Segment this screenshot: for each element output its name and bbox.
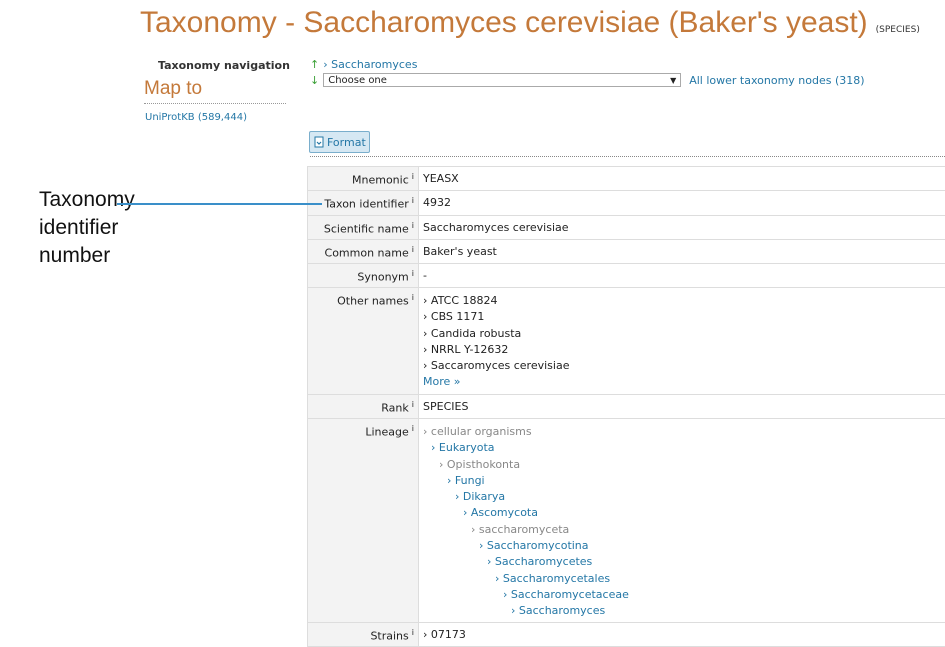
scientific-name-label: Scientific name <box>324 223 409 236</box>
table-row: Scientific namei Saccharomyces cerevisia… <box>308 216 945 240</box>
all-lower-nodes-link[interactable]: All lower taxonomy nodes (318) <box>689 74 864 87</box>
info-icon[interactable]: i <box>412 269 414 278</box>
select-value: Choose one <box>328 75 387 86</box>
synonym-value: - <box>419 264 945 288</box>
lineage-item[interactable]: › Fungi <box>423 473 945 489</box>
common-name-label: Common name <box>325 247 409 260</box>
lineage-item[interactable]: › Saccharomycotina <box>423 538 945 554</box>
other-name-item: › Saccaromyces cerevisiae <box>423 358 945 374</box>
lineage-item: › saccharomyceta <box>423 522 945 538</box>
info-icon[interactable]: i <box>412 293 414 302</box>
other-name-item: › Candida robusta <box>423 326 945 342</box>
table-row: Ranki SPECIES <box>308 395 945 419</box>
taxon-identifier-label: Taxon identifier <box>324 198 408 211</box>
annotation-callout: Taxonomy identifier number <box>39 186 135 270</box>
lineage-item[interactable]: › Ascomycota <box>423 505 945 521</box>
info-icon[interactable]: i <box>412 400 414 409</box>
rank-label: Rank <box>381 402 408 415</box>
page-title-text: Taxonomy - Saccharomyces cerevisiae (Bak… <box>140 6 868 39</box>
mnemonic-label: Mnemonic <box>352 174 409 187</box>
table-row: Synonym i - <box>308 264 945 288</box>
document-icon <box>313 136 325 148</box>
lineage-item[interactable]: › Saccharomycetes <box>423 554 945 570</box>
page-title: Taxonomy - Saccharomyces cerevisiae (Bak… <box>140 6 920 40</box>
row-label: Lineage i <box>308 419 419 623</box>
info-icon[interactable]: i <box>412 172 414 181</box>
child-taxon-row: ↓ Choose one ▼ All lower taxonomy nodes … <box>310 73 865 87</box>
lineage-tree: › cellular organisms › Eukaryota › Opist… <box>419 419 945 623</box>
taxonomy-navigation-heading: Taxonomy navigation <box>158 59 290 72</box>
row-label: Mnemonici <box>308 167 419 191</box>
format-button[interactable]: Format <box>309 131 370 153</box>
mnemonic-value: YEASX <box>419 167 945 191</box>
lineage-item[interactable]: › Saccharomyces <box>423 603 945 619</box>
divider <box>310 156 945 157</box>
row-label: Strains i <box>308 623 419 647</box>
row-label: Taxon identifier i <box>308 191 419 216</box>
info-icon[interactable]: i <box>412 196 414 205</box>
info-icon[interactable]: i <box>412 628 414 637</box>
other-name-item: › CBS 1171 <box>423 309 945 325</box>
annotation-line-3: number <box>39 242 135 270</box>
common-name-value: Baker's yeast <box>419 240 945 264</box>
other-names-list: › ATCC 18824 › CBS 1171 › Candida robust… <box>419 288 945 395</box>
other-names-label: Other names <box>337 295 409 308</box>
lineage-item: › Opisthokonta <box>423 457 945 473</box>
scientific-name-value: Saccharomyces cerevisiae <box>419 216 945 240</box>
info-icon[interactable]: i <box>412 424 414 433</box>
table-row: Strains i › 07173 <box>308 623 945 647</box>
uniprotkb-link[interactable]: UniProtKB (589,444) <box>145 112 247 123</box>
table-row: Common namei Baker's yeast <box>308 240 945 264</box>
table-row: Taxon identifier i 4932 <box>308 191 945 216</box>
parent-taxon-link[interactable]: › Saccharomyces <box>323 58 417 71</box>
taxon-identifier-value: 4932 <box>419 191 945 216</box>
other-name-item: › NRRL Y-12632 <box>423 342 945 358</box>
taxonomy-info-table: Mnemonici YEASX Taxon identifieri 4932 S… <box>307 166 945 647</box>
table-row: Other namesi › ATCC 18824 › CBS 1171 › C… <box>308 288 945 395</box>
annotation-line-1: Taxonomy <box>39 186 135 214</box>
annotation-pointer-line <box>117 203 322 205</box>
format-button-label: Format <box>327 136 366 149</box>
more-link[interactable]: More » <box>423 374 945 390</box>
chevron-down-icon: ▼ <box>670 76 676 85</box>
lineage-item[interactable]: › Eukaryota <box>423 440 945 456</box>
row-label: Ranki <box>308 395 419 419</box>
info-icon[interactable]: i <box>412 245 414 254</box>
parent-taxon-row: ↑ › Saccharomyces <box>310 58 417 71</box>
lineage-item: › cellular organisms <box>423 424 945 440</box>
arrow-up-icon: ↑ <box>310 58 319 71</box>
strains-label: Strains <box>370 630 408 643</box>
row-label: Scientific namei <box>308 216 419 240</box>
other-name-item: › ATCC 18824 <box>423 293 945 309</box>
lineage-label: Lineage <box>365 426 408 439</box>
lineage-item[interactable]: › Saccharomycetaceae <box>423 587 945 603</box>
lineage-item[interactable]: › Dikarya <box>423 489 945 505</box>
map-to-heading: Map to <box>144 78 286 104</box>
row-label: Other namesi <box>308 288 419 395</box>
child-taxon-select[interactable]: Choose one ▼ <box>323 73 681 87</box>
row-label: Common namei <box>308 240 419 264</box>
info-icon[interactable]: i <box>412 221 414 230</box>
lineage-item[interactable]: › Saccharomycetales <box>423 571 945 587</box>
rank-value: SPECIES <box>419 395 945 419</box>
table-row: Lineage i › cellular organisms › Eukaryot… <box>308 419 945 623</box>
rank-badge: (SPECIES) <box>876 25 920 35</box>
strains-value: › 07173 <box>419 623 945 647</box>
table-row: Mnemonici YEASX <box>308 167 945 191</box>
arrow-down-icon: ↓ <box>310 74 319 87</box>
annotation-line-2: identifier <box>39 214 135 242</box>
row-label: Synonym i <box>308 264 419 288</box>
synonym-label: Synonym <box>357 271 408 284</box>
